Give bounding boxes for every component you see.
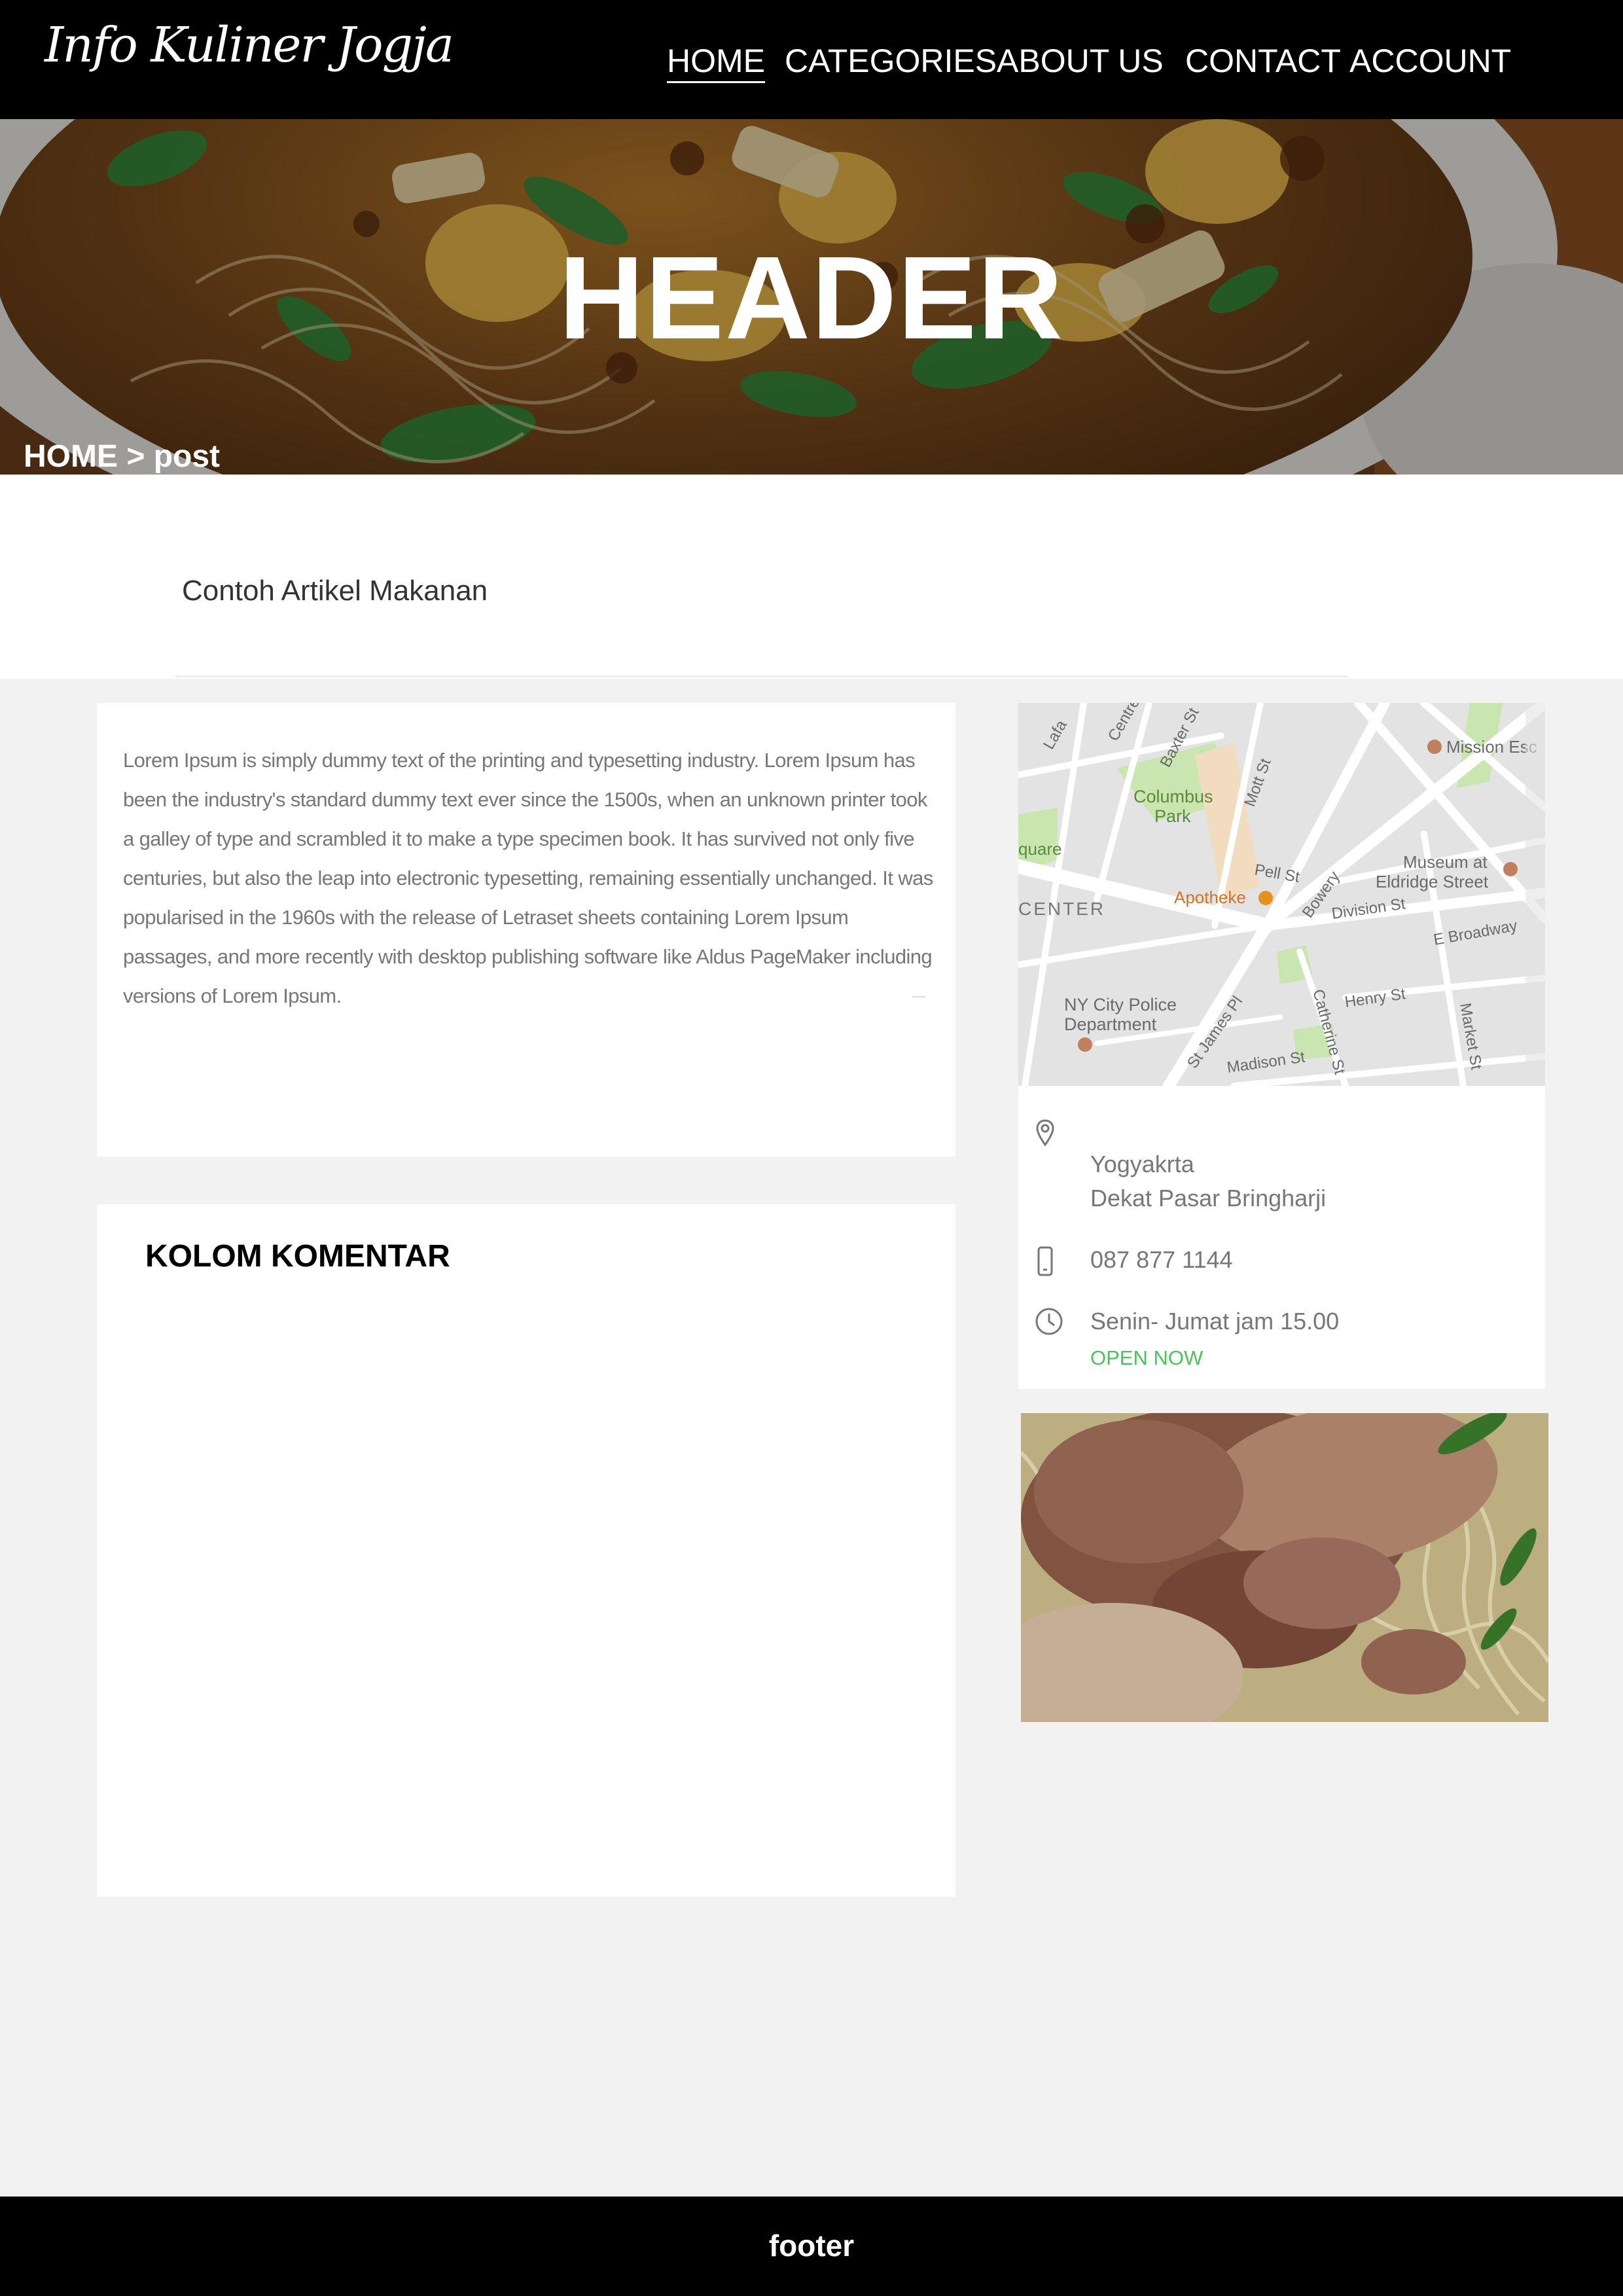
nav-contact[interactable]: CONTACT — [1185, 42, 1341, 80]
svg-text:Mission Esc: Mission Esc — [1446, 737, 1537, 757]
breadcrumb[interactable]: HOME > post — [24, 439, 220, 475]
svg-text:Museum at: Museum at — [1403, 852, 1488, 872]
page-footer: footer — [0, 2197, 1623, 2296]
site-logo[interactable]: Info Kuliner Jogja — [45, 17, 454, 73]
nav-about-us[interactable]: ABOUT US — [997, 42, 1164, 80]
food-photo — [1021, 1413, 1548, 1722]
nav-account[interactable]: ACCOUNT — [1349, 42, 1511, 80]
address-line-2: Dekat Pasar Bringharji — [1090, 1185, 1327, 1211]
svg-text:Department: Department — [1064, 1014, 1157, 1034]
nav-categories[interactable]: CATEGORIES — [785, 42, 997, 80]
phone-number[interactable]: 087 877 1144 — [1090, 1246, 1233, 1274]
mobile-phone-icon — [1037, 1246, 1053, 1276]
footer-text: footer — [768, 2229, 855, 2263]
clock-icon — [1035, 1308, 1063, 1335]
svg-text:quare: quare — [1018, 839, 1062, 859]
nav-home[interactable]: HOME — [667, 42, 765, 83]
svg-text:Columbus: Columbus — [1133, 787, 1213, 806]
article-body: Lorem Ipsum is simply dummy text of the … — [123, 749, 933, 1007]
comment-section: KOLOM KOMENTAR — [97, 1204, 955, 1897]
location-pin-icon — [1036, 1119, 1054, 1147]
svg-text:NY City Police: NY City Police — [1064, 995, 1177, 1014]
svg-text:Park: Park — [1154, 806, 1191, 826]
title-divider — [175, 675, 1348, 677]
comment-section-title: KOLOM KOMENTAR — [145, 1239, 450, 1274]
hero-title: HEADER — [558, 232, 1065, 364]
food-photo-graphic — [1021, 1413, 1548, 1722]
divider — [912, 996, 925, 997]
article-title-band: Contoh Artikel Makanan — [0, 475, 1623, 679]
location-map[interactable]: Lafa Centre St Baxter St Mott St Pell St… — [1018, 703, 1545, 1086]
hero-banner: HEADER HOME > post — [0, 119, 1623, 475]
location-card: Lafa Centre St Baxter St Mott St Pell St… — [1018, 703, 1545, 1389]
svg-text:Eldridge Street: Eldridge Street — [1376, 872, 1489, 891]
svg-text:Apotheke: Apotheke — [1174, 888, 1246, 907]
map-graphic: Lafa Centre St Baxter St Mott St Pell St… — [1018, 703, 1545, 1086]
svg-text:CENTER: CENTER — [1018, 899, 1105, 919]
open-status: OPEN NOW — [1090, 1346, 1204, 1369]
opening-hours: Senin- Jumat jam 15.00 — [1090, 1308, 1340, 1335]
article-title: Contoh Artikel Makanan — [182, 575, 488, 607]
address-line-1: Yogyakrta — [1090, 1151, 1194, 1177]
top-navbar: Info Kuliner Jogja HOME CATEGORIES ABOUT… — [0, 0, 1623, 119]
article-card: Lorem Ipsum is simply dummy text of the … — [97, 703, 955, 1157]
